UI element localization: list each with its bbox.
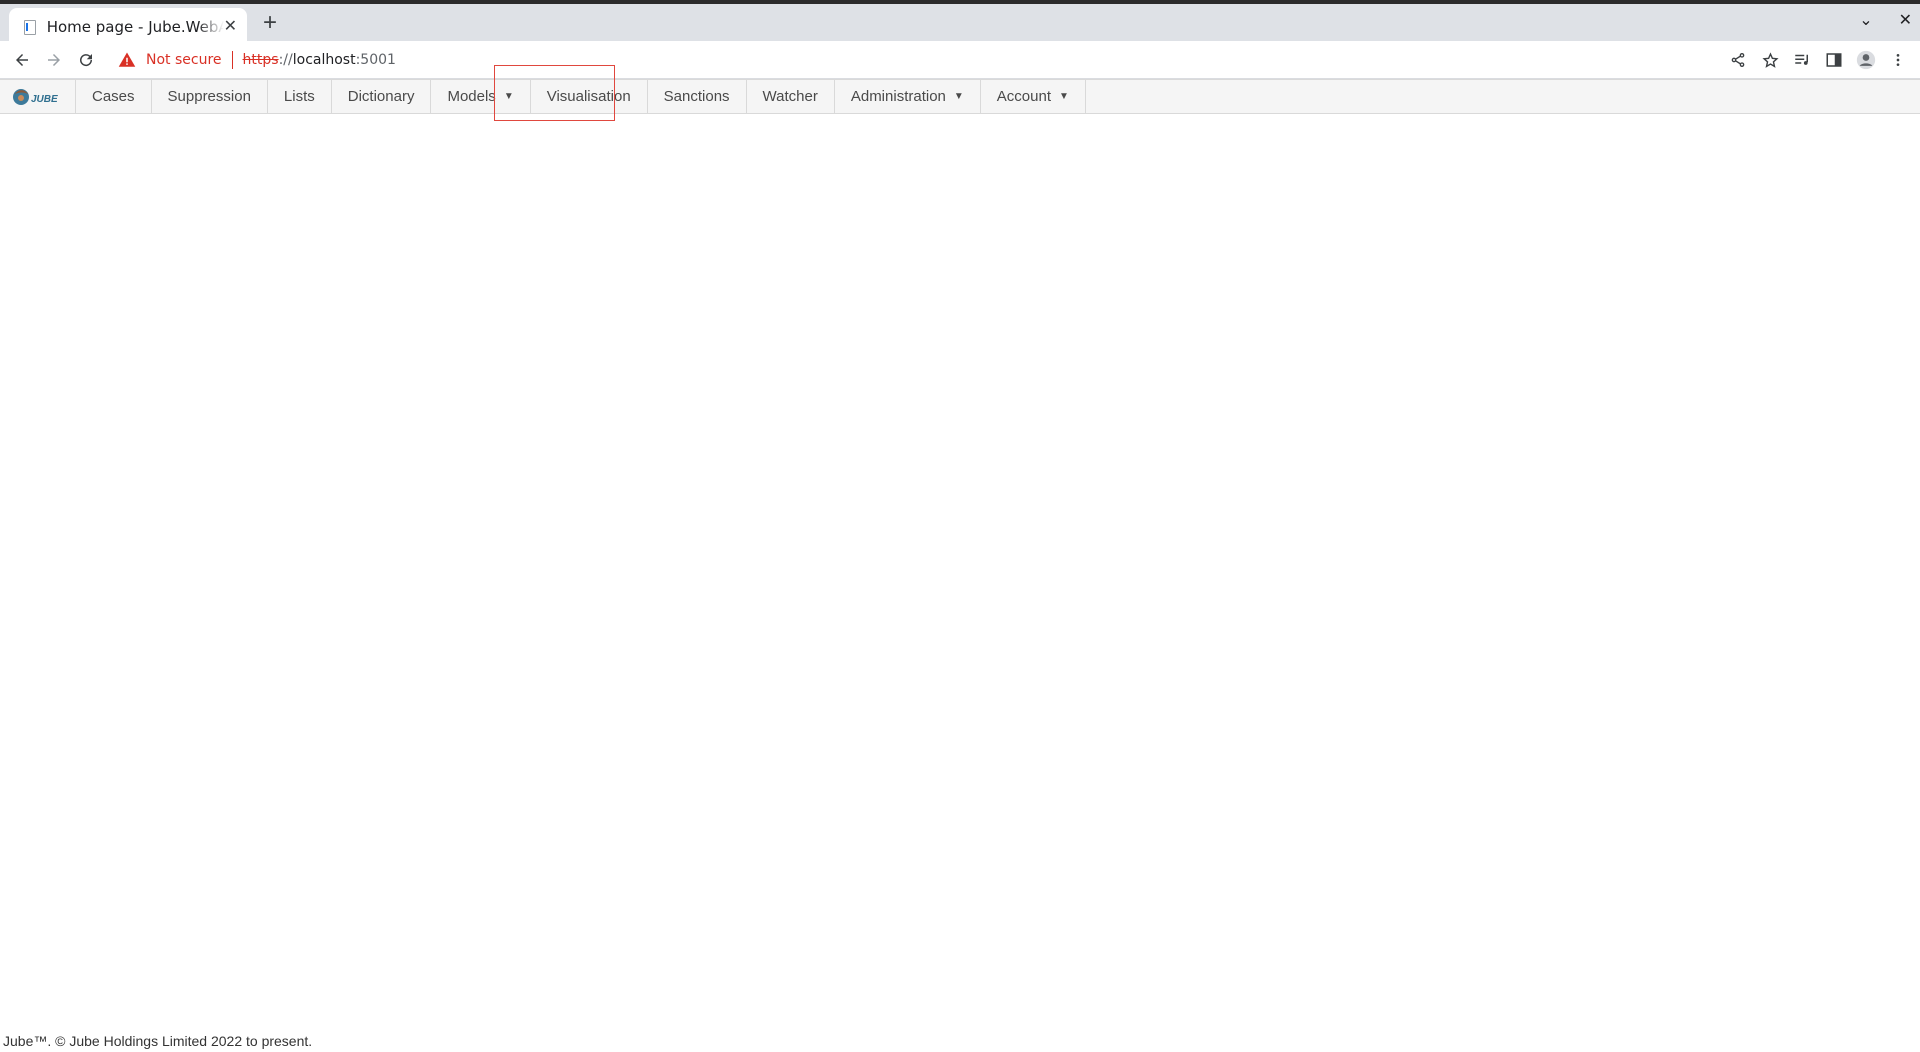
browser-tabstrip: Home page - Jube.WebApp ✕ + ⌄ ✕	[0, 0, 1920, 45]
jube-logo-icon: JUBE	[13, 88, 58, 105]
address-bar[interactable]: Not secure https://localhost:5001	[108, 44, 1728, 76]
reload-button[interactable]	[74, 48, 98, 72]
star-icon	[1761, 51, 1779, 68]
new-tab-button[interactable]: +	[258, 11, 282, 36]
nav-watcher[interactable]: Watcher	[747, 80, 835, 113]
browser-toolbar: Not secure https://localhost:5001	[0, 41, 1920, 79]
nav-suppression[interactable]: Suppression	[152, 80, 268, 113]
nav-models-label: Models	[447, 88, 496, 105]
nav-sanctions[interactable]: Sanctions	[648, 80, 747, 113]
url-text[interactable]: https://localhost:5001	[243, 52, 396, 68]
nav-watcher-label: Watcher	[762, 88, 818, 105]
share-button[interactable]	[1726, 48, 1750, 72]
forward-arrow-icon	[48, 54, 60, 66]
nav-dictionary[interactable]: Dictionary	[332, 80, 432, 113]
side-panel-icon	[1826, 53, 1842, 67]
window-close-icon[interactable]: ✕	[1899, 10, 1912, 30]
url-port: :5001	[355, 52, 396, 68]
bookmark-button[interactable]	[1758, 48, 1782, 72]
nav-administration[interactable]: Administration ▼	[835, 80, 981, 113]
tab-title: Home page - Jube.WebApp	[46, 17, 224, 36]
nav-visualisation[interactable]: Visualisation	[531, 80, 648, 113]
nav-visualisation-label: Visualisation	[546, 88, 631, 105]
nav-suppression-label: Suppression	[167, 88, 251, 105]
browser-menu-button[interactable]	[1886, 48, 1910, 72]
nav-lists-label: Lists	[283, 88, 315, 105]
caret-down-icon: ▼	[953, 91, 964, 102]
security-status[interactable]: Not secure	[146, 52, 222, 68]
reload-icon	[80, 54, 93, 67]
brand-wordmark: JUBE	[31, 94, 58, 105]
nav-administration-label: Administration	[850, 88, 946, 105]
brand-logo[interactable]: JUBE	[0, 80, 76, 113]
warning-icon	[118, 52, 136, 67]
browser-tab[interactable]: Home page - Jube.WebApp ✕	[9, 8, 247, 45]
nav-account-label: Account	[996, 88, 1051, 105]
url-scheme: https	[242, 52, 279, 68]
media-control-button[interactable]	[1790, 48, 1814, 72]
nav-dictionary-label: Dictionary	[347, 88, 415, 105]
url-host: localhost	[292, 52, 356, 68]
nav-cases[interactable]: Cases	[76, 80, 152, 113]
profile-avatar-icon	[1856, 50, 1876, 70]
nav-sanctions-label: Sanctions	[663, 88, 730, 105]
tab-search-icon[interactable]: ⌄	[1859, 10, 1872, 30]
kebab-menu-icon	[1896, 54, 1900, 66]
media-queue-icon	[1795, 54, 1808, 65]
page-favicon-icon	[21, 19, 37, 35]
security-divider	[231, 51, 233, 69]
page-footer: Jube™. © Jube Holdings Limited 2022 to p…	[3, 1033, 313, 1049]
tab-close-icon[interactable]: ✕	[224, 18, 237, 35]
app-navbar: JUBE Cases Suppression Lists Dictionary …	[0, 79, 1920, 114]
share-icon	[1731, 53, 1745, 67]
back-arrow-icon	[16, 54, 28, 66]
nav-lists[interactable]: Lists	[268, 80, 332, 113]
nav-models[interactable]: Models ▼	[431, 80, 531, 113]
forward-button[interactable]	[42, 48, 66, 72]
main-content	[0, 114, 1920, 1014]
side-panel-button[interactable]	[1822, 48, 1846, 72]
profile-button[interactable]	[1854, 48, 1878, 72]
caret-down-icon: ▼	[503, 91, 514, 102]
nav-account[interactable]: Account ▼	[981, 80, 1086, 113]
url-scheme-separator: ://	[278, 52, 293, 68]
back-button[interactable]	[10, 48, 34, 72]
caret-down-icon: ▼	[1059, 91, 1069, 102]
nav-cases-label: Cases	[92, 88, 135, 105]
